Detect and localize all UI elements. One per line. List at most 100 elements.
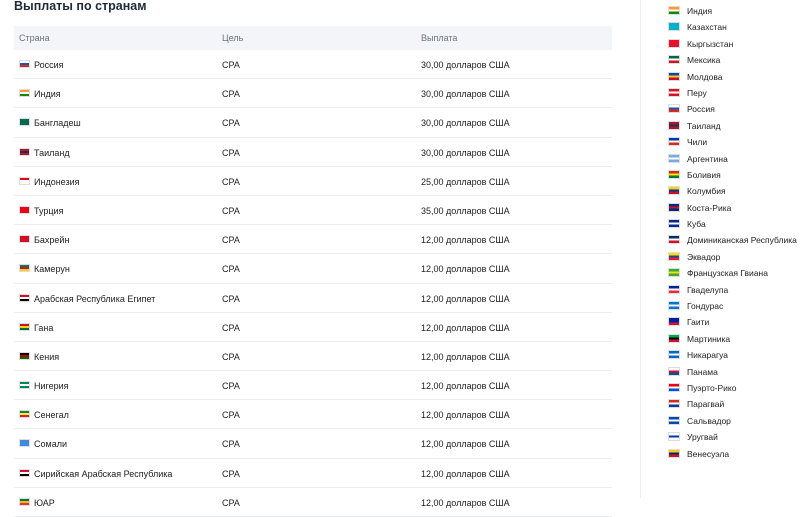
flag-icon (668, 169, 680, 179)
country-cell: Гана (34, 322, 54, 333)
payout-cell: 30,00 долларов США (421, 118, 510, 129)
flag-icon (668, 22, 680, 32)
flag-icon (668, 87, 680, 97)
flag-icon (668, 251, 680, 261)
flag-icon (668, 317, 680, 327)
table-row: Россия CPA 30,00 долларов США (14, 50, 612, 80)
country-name: Молдова (687, 71, 723, 82)
flag-icon (19, 235, 30, 244)
goal-cell: CPA (222, 410, 240, 421)
payout-cell: 12,00 долларов США (421, 322, 510, 333)
header-country: Страна (19, 33, 50, 43)
flag-icon (668, 120, 680, 130)
payout-cell: 12,00 долларов США (421, 439, 510, 450)
goal-cell: CPA (222, 60, 240, 70)
country-name: Панама (687, 366, 718, 377)
country-name: Коста-Рика (687, 202, 732, 213)
flag-icon (668, 71, 680, 81)
table-row: Бангладеш CPA 30,00 долларов США (14, 108, 612, 138)
country-cell: Нигерия (34, 381, 69, 392)
goal-cell: CPA (222, 118, 240, 129)
goal-cell: CPA (222, 235, 240, 246)
country-name: Доминиканская Республика (687, 235, 797, 246)
flag-icon (19, 147, 30, 156)
country-name: Колумбия (687, 186, 726, 197)
country-cell: Таиланд (34, 147, 70, 158)
flag-icon (668, 137, 680, 147)
table-row: Бахрейн CPA 12,00 долларов США (14, 225, 612, 255)
flag-icon (668, 284, 680, 294)
flag-icon (19, 351, 30, 360)
flag-icon (668, 415, 680, 425)
goal-cell: CPA (222, 89, 240, 100)
flag-icon (668, 6, 680, 15)
country-name: Куба (687, 219, 706, 230)
header-payout: Выплата (421, 33, 458, 43)
goal-cell: CPA (222, 351, 240, 362)
flag-icon (668, 153, 680, 163)
flag-icon (668, 104, 680, 114)
table-row: Сомали CPA 12,00 долларов США (14, 429, 612, 459)
flag-icon (668, 448, 680, 458)
country-name: Сальвадор (687, 415, 731, 426)
flag-icon (19, 439, 30, 448)
flag-icon (19, 176, 30, 185)
country-name: Таиланд (687, 120, 721, 131)
flag-icon (19, 264, 30, 273)
country-cell: Бангладеш (34, 118, 81, 129)
divider (640, 0, 641, 498)
country-name: Мартиника (687, 333, 731, 344)
flag-icon (668, 55, 680, 65)
country-name: Индия (687, 6, 713, 16)
flag-icon (19, 205, 30, 214)
payout-cell: 12,00 долларов США (421, 410, 510, 421)
goal-cell: CPA (222, 264, 240, 275)
table-row: Сенегал CPA 12,00 долларов США (14, 400, 612, 430)
payout-cell: 30,00 долларов США (421, 147, 510, 158)
table-row: Сирийская Арабская Республика CPA 12,00 до… (14, 459, 612, 488)
payout-cell: 12,00 долларов США (421, 351, 510, 362)
goal-cell: CPA (222, 497, 240, 508)
goal-cell: CPA (222, 293, 240, 304)
flag-icon (19, 497, 30, 506)
goal-cell: CPA (222, 468, 240, 479)
country-cell: Сирийская Арабская Республика (34, 468, 173, 479)
flag-icon (668, 301, 680, 311)
flag-icon (19, 89, 30, 98)
country-cell: Бахрейн (34, 235, 70, 246)
payout-cell: 12,00 долларов США (421, 264, 510, 275)
country-cell: Россия (34, 60, 64, 70)
goal-cell: CPA (222, 176, 240, 187)
payout-cell: 12,00 долларов США (421, 293, 510, 304)
table-header: Страна Цель Выплата (14, 26, 612, 50)
flag-icon (19, 381, 30, 390)
flag-icon (668, 235, 680, 245)
country-name: Россия (687, 104, 715, 115)
country-name: Кыргызстан (687, 38, 734, 49)
table-row: Турция CPA 35,00 долларов США (14, 196, 612, 226)
goal-cell: CPA (222, 381, 240, 392)
country-name: Никарагуа (687, 350, 728, 361)
payout-table: Страна Цель Выплата Россия CPA 30,00 долла… (14, 26, 612, 517)
country-cell: Турция (34, 205, 64, 216)
country-name: Французская Гвиана (687, 268, 768, 279)
goal-cell: CPA (222, 205, 240, 216)
flag-icon (19, 118, 30, 127)
country-cell: Камерун (34, 264, 70, 275)
country-name: Пуэрто-Рико (687, 382, 737, 393)
flag-icon (668, 38, 680, 48)
flag-icon (668, 350, 680, 360)
payout-cell: 25,00 долларов США (421, 176, 510, 187)
country-name: Казахстан (687, 22, 727, 33)
country-name: Гаити (687, 317, 710, 328)
table-row: Гана CPA 12,00 долларов США (14, 313, 612, 342)
flag-icon (668, 186, 680, 196)
payout-cell: 12,00 долларов США (421, 497, 510, 508)
page-title: Выплаты по странам (14, 0, 147, 13)
table-row: Кения CPA 12,00 долларов США (14, 342, 612, 372)
goal-cell: CPA (222, 439, 240, 450)
country-name: Мексика (687, 55, 721, 66)
country-name: Боливия (687, 169, 721, 180)
country-name: Венесуэла (687, 448, 730, 459)
table-row: Индия CPA 30,00 долларов США (14, 79, 612, 109)
